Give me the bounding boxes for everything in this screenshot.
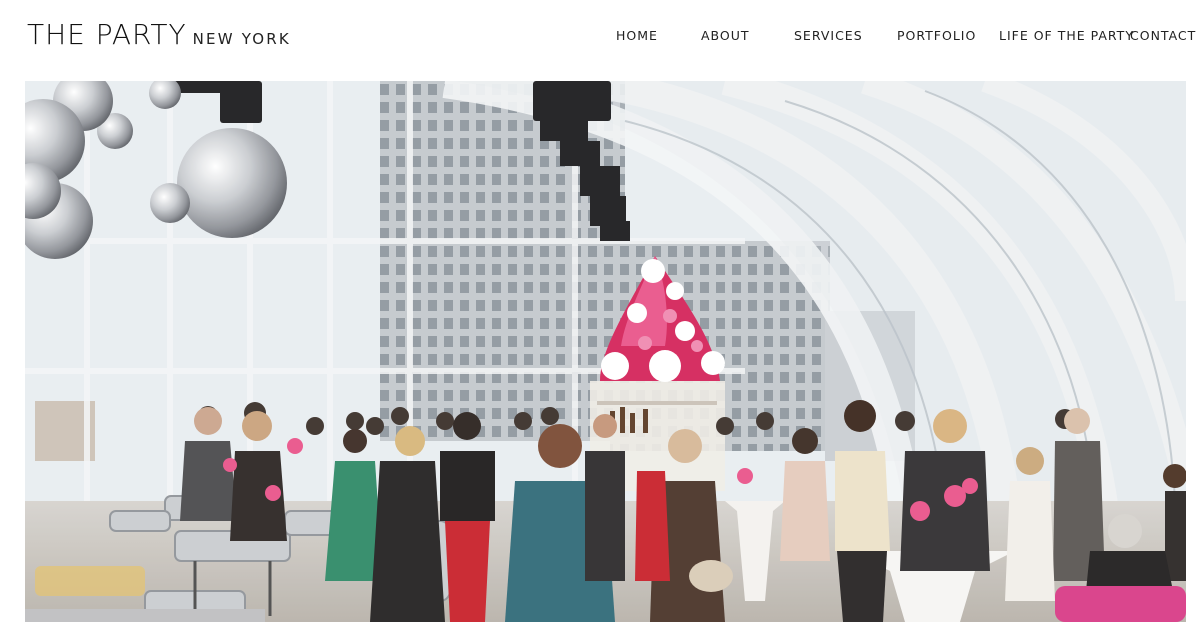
main-nav: HOME ABOUT SERVICES PORTFOLIO LIFE OF TH… <box>0 28 1200 48</box>
nav-portfolio[interactable]: PORTFOLIO <box>897 28 976 43</box>
nav-contact[interactable]: CONTACT <box>1130 28 1196 43</box>
party-photo <box>25 81 1186 622</box>
nav-home[interactable]: HOME <box>616 28 658 43</box>
nav-services[interactable]: SERVICES <box>794 28 863 43</box>
site-header: THE PARTY NEW YORK HOME ABOUT SERVICES P… <box>0 0 1200 80</box>
nav-life-of-the-party[interactable]: LIFE OF THE PARTY <box>999 28 1134 43</box>
hero-image <box>25 81 1186 622</box>
nav-about[interactable]: ABOUT <box>701 28 750 43</box>
